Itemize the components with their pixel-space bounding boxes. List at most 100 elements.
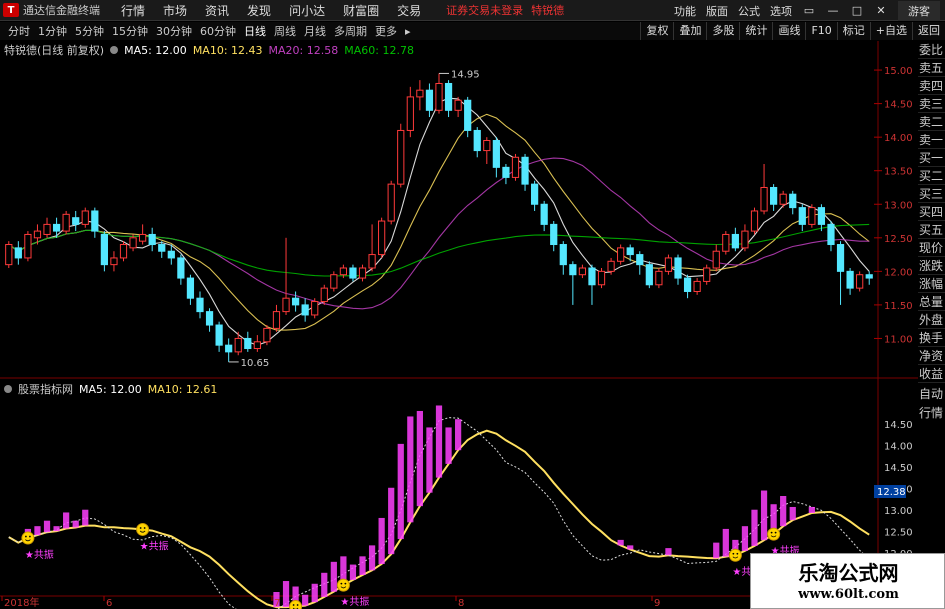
candle-body <box>626 247 634 256</box>
candle <box>779 190 787 208</box>
quote-label-market[interactable]: 行情 <box>918 404 945 423</box>
auto-label[interactable]: 自动 <box>918 385 945 404</box>
menu-function[interactable]: 功能 <box>674 3 696 19</box>
menu-market[interactable]: 市场 <box>163 2 187 19</box>
watermark-logo: 乐淘公式网 www.60lt.com <box>750 553 945 609</box>
period-weekly[interactable]: 周线 <box>274 23 296 39</box>
period-15min[interactable]: 15分钟 <box>112 23 148 39</box>
candle <box>225 338 233 362</box>
signal-bar <box>722 528 729 557</box>
period-more[interactable]: 更多 <box>375 23 397 39</box>
x-axis-label: 9 <box>654 598 660 609</box>
candle-body <box>540 203 548 225</box>
adjust-button[interactable]: 复权 <box>640 22 673 40</box>
candle-body <box>674 257 682 279</box>
signal-bar <box>713 542 720 559</box>
quote-label-netasset: 净资 <box>918 349 945 365</box>
period-tick[interactable]: 分时 <box>8 23 30 39</box>
signal-marker: ★共振 <box>289 600 303 609</box>
x-axis-label: 2018年 <box>4 596 39 609</box>
sub-axis-label: 13.00 <box>884 506 913 517</box>
f10-button[interactable]: F10 <box>805 22 836 40</box>
add-watchlist-button[interactable]: +自选 <box>869 22 912 40</box>
candle-body <box>5 244 13 266</box>
candle-body <box>597 270 606 286</box>
candle <box>856 271 864 292</box>
candle <box>282 237 290 315</box>
candle <box>234 331 242 356</box>
back-button[interactable]: 返回 <box>912 22 945 40</box>
mark-button[interactable]: 标记 <box>836 22 870 40</box>
period-multi[interactable]: 多周期 <box>334 23 367 39</box>
candle <box>339 264 348 279</box>
settings-dot-icon[interactable] <box>110 46 119 54</box>
menu-formula[interactable]: 公式 <box>738 3 760 19</box>
candle-body <box>617 247 625 262</box>
sub-ma5-line <box>8 417 870 609</box>
candle <box>425 83 434 118</box>
signal-marker: ★共振 <box>136 522 169 552</box>
draw-line-button[interactable]: 画线 <box>772 22 805 40</box>
smiley-icon <box>289 600 303 609</box>
candle-body <box>406 96 414 131</box>
candle-body <box>817 207 826 225</box>
candle <box>674 254 682 285</box>
candle-body <box>703 267 711 282</box>
candle <box>33 224 42 245</box>
period-daily[interactable]: 日线 <box>244 23 266 39</box>
sub-settings-dot-icon[interactable] <box>4 385 12 393</box>
kline-chart[interactable]: 15.00 14.50 14.00 13.50 13.00 12.50 12.00 11.50… <box>0 0 945 609</box>
close-icon[interactable]: ✕ <box>874 4 888 17</box>
period-1min[interactable]: 1分钟 <box>38 23 67 39</box>
more-dropdown-icon[interactable]: ▸ <box>405 25 411 38</box>
menu-options[interactable]: 选项 <box>770 3 792 19</box>
candle-body <box>588 267 596 286</box>
menu-news[interactable]: 资讯 <box>205 2 229 19</box>
stats-button[interactable]: 统计 <box>739 22 772 40</box>
menu-trade[interactable]: 交易 <box>397 2 421 19</box>
app-title: 通达信金融终端 <box>23 4 100 17</box>
candle <box>626 244 634 262</box>
candle-body <box>607 260 615 272</box>
login-status[interactable]: 证券交易未登录 <box>446 2 523 18</box>
candle-body <box>253 341 261 350</box>
smiley-eye <box>139 527 142 529</box>
candle-body <box>856 274 864 289</box>
period-60min[interactable]: 60分钟 <box>200 23 236 39</box>
candle <box>722 231 730 255</box>
overlay-button[interactable]: 叠加 <box>673 22 706 40</box>
candle-body <box>741 230 749 249</box>
menu-ask[interactable]: 问小达 <box>289 2 325 19</box>
signal-bar <box>349 564 357 580</box>
quote-label-buy2: 买二 <box>918 169 945 185</box>
menu-wealth[interactable]: 财富圈 <box>343 2 379 19</box>
maximize-icon[interactable]: □ <box>850 4 864 17</box>
menu-layout[interactable]: 版面 <box>706 3 728 19</box>
candle <box>578 264 587 279</box>
period-30min[interactable]: 30分钟 <box>156 23 192 39</box>
watermark-url: www.60lt.com <box>798 587 899 602</box>
multi-stock-button[interactable]: 多股 <box>706 22 739 40</box>
candle <box>798 204 806 232</box>
minimize-icon[interactable]: — <box>826 4 840 17</box>
menu-discover[interactable]: 发现 <box>247 2 271 19</box>
quote-label-sell2: 卖二 <box>918 115 945 131</box>
menu-quotes[interactable]: 行情 <box>121 2 145 19</box>
restore-icon[interactable]: ▭ <box>802 4 816 17</box>
period-5min[interactable]: 5分钟 <box>75 23 104 39</box>
ma60-line <box>8 223 870 277</box>
price-axis-label: 12.00 <box>884 267 913 278</box>
guest-button[interactable]: 游客 <box>898 0 940 21</box>
candle-body <box>530 183 539 205</box>
smiley-eye <box>736 552 739 555</box>
candle <box>72 210 80 232</box>
candle <box>693 278 701 295</box>
candle-body <box>425 89 434 111</box>
candle <box>253 335 261 352</box>
period-monthly[interactable]: 月线 <box>304 23 326 39</box>
candle <box>272 304 281 332</box>
sub-chart-title: 股票指标网 <box>18 383 73 396</box>
high-label: 14.95 <box>451 69 480 80</box>
candle <box>349 264 357 282</box>
ma20-value: MA20: 12.58 <box>268 43 339 57</box>
